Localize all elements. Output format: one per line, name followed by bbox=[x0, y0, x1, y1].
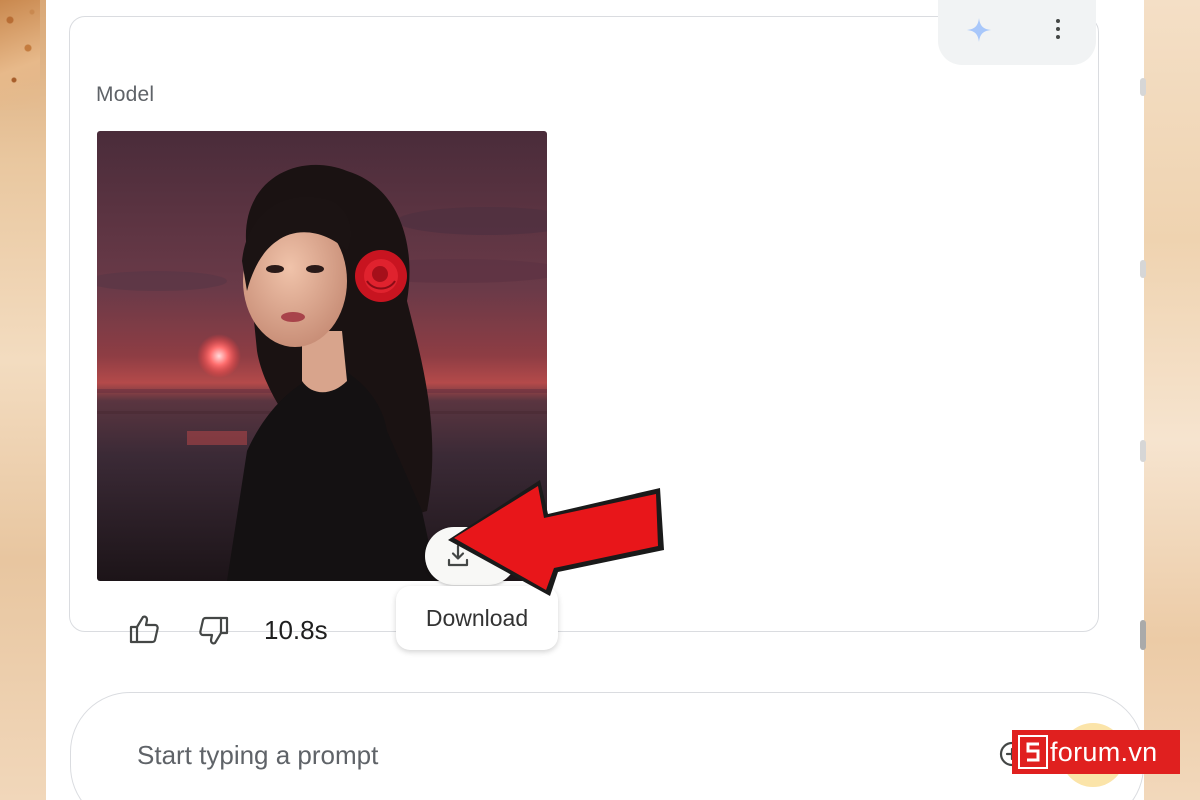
background-left bbox=[0, 0, 46, 800]
feedback-row: 10.8s bbox=[124, 606, 328, 654]
more-vert-icon[interactable] bbox=[1046, 13, 1070, 45]
red-arrow-annotation bbox=[448, 480, 664, 596]
thumbs-up-icon[interactable] bbox=[124, 610, 164, 650]
watermark-text: forum.vn bbox=[1050, 736, 1158, 767]
prompt-input[interactable] bbox=[135, 729, 959, 781]
prompt-box bbox=[70, 692, 1144, 800]
response-time: 10.8s bbox=[264, 614, 328, 645]
role-label: Model bbox=[96, 83, 155, 106]
watermark: forum.vn bbox=[1012, 730, 1180, 774]
background-right bbox=[1144, 0, 1200, 800]
sforum-logo-icon bbox=[1018, 735, 1048, 769]
app-window: Model Download 10.8s Start typing a prom… bbox=[46, 0, 1146, 800]
thumbs-down-icon[interactable] bbox=[194, 610, 234, 650]
spark-icon[interactable] bbox=[966, 17, 992, 43]
turn-actions-bar bbox=[938, 0, 1096, 65]
